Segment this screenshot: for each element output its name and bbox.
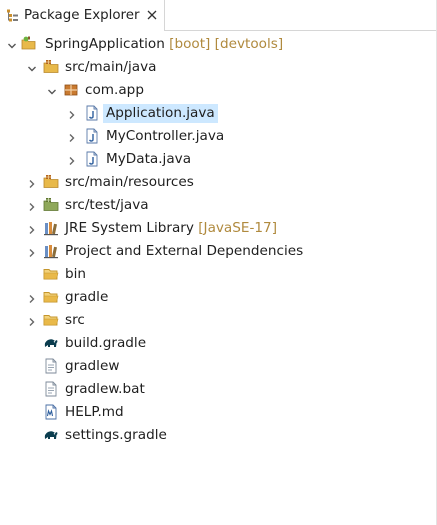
tree-label: gradle	[65, 289, 109, 305]
chevron-right-icon[interactable]	[67, 155, 77, 165]
chevron-right-icon[interactable]	[27, 201, 37, 211]
folder-icon	[43, 312, 59, 328]
text-file-icon	[43, 381, 59, 397]
java-file-icon	[84, 105, 100, 121]
view-tab-bar: Package Explorer	[0, 0, 437, 31]
tree-label: com.app	[85, 82, 144, 98]
gradle-elephant-icon	[43, 427, 59, 443]
tab-package-explorer[interactable]: Package Explorer	[0, 0, 165, 31]
view-title: Package Explorer	[24, 8, 140, 23]
source-folder-icon	[43, 59, 59, 75]
tree-label: src/main/java	[65, 59, 157, 75]
chevron-right-icon[interactable]	[27, 178, 37, 188]
tree-label: MyController.java	[106, 128, 225, 144]
library-icon	[43, 243, 59, 259]
text-file-icon	[43, 358, 59, 374]
chevron-down-icon[interactable]	[27, 63, 37, 73]
tree-label: settings.gradle	[65, 427, 167, 443]
tree-item-folder-gradle[interactable]: gradle	[0, 286, 437, 309]
tree-item-src-main-java[interactable]: src/main/java	[0, 56, 437, 79]
spring-project-icon	[21, 36, 37, 52]
chevron-right-icon[interactable]	[67, 132, 77, 142]
library-icon	[43, 220, 59, 236]
chevron-right-icon[interactable]	[67, 109, 77, 119]
tree-item-file-mycontroller[interactable]: MyController.java	[0, 125, 437, 148]
tree-label: Application.java	[103, 104, 218, 123]
tree-item-dependencies[interactable]: Project and External Dependencies	[0, 240, 437, 263]
jre-decoration: [JavaSE-17]	[198, 220, 277, 236]
folder-icon	[43, 289, 59, 305]
chevron-down-icon[interactable]	[47, 86, 57, 96]
tree-label: src	[65, 312, 85, 328]
markdown-file-icon	[43, 404, 59, 420]
source-folder-icon	[43, 174, 59, 190]
tree-item-file-mydata[interactable]: MyData.java	[0, 148, 437, 171]
tree-label: bin	[65, 266, 87, 282]
package-explorer-icon	[6, 9, 19, 22]
gradle-elephant-icon	[43, 335, 59, 351]
tree-label: JRE System Library	[65, 220, 194, 236]
chevron-down-icon[interactable]	[7, 40, 17, 50]
tree-label: MyData.java	[106, 151, 192, 167]
tree-item-src-main-resources[interactable]: src/main/resources	[0, 171, 437, 194]
tree-item-file-build-gradle[interactable]: build.gradle	[0, 332, 437, 355]
tree-label: src/test/java	[65, 197, 149, 213]
tree-item-package-com-app[interactable]: com.app	[0, 79, 437, 102]
chevron-right-icon[interactable]	[27, 293, 37, 303]
tree-label: build.gradle	[65, 335, 147, 351]
tree-item-file-application[interactable]: Application.java	[0, 102, 437, 125]
tree-item-project[interactable]: SpringApplication [boot] [devtools]	[0, 33, 437, 56]
java-file-icon	[84, 151, 100, 167]
tree-item-file-help-md[interactable]: HELP.md	[0, 401, 437, 424]
chevron-right-icon[interactable]	[27, 316, 37, 326]
java-file-icon	[84, 128, 100, 144]
package-icon	[63, 82, 79, 98]
package-explorer-view: Package Explorer SpringApplication [boot…	[0, 0, 437, 525]
tree-label: src/main/resources	[65, 174, 194, 190]
test-source-folder-icon	[43, 197, 59, 213]
tree-label: Project and External Dependencies	[65, 243, 304, 259]
tree-item-file-gradlew-bat[interactable]: gradlew.bat	[0, 378, 437, 401]
folder-icon	[43, 266, 59, 282]
tree-item-folder-bin[interactable]: bin	[0, 263, 437, 286]
tree-item-file-settings-gradle[interactable]: settings.gradle	[0, 424, 437, 447]
tree-label: gradlew	[65, 358, 120, 374]
project-name: SpringApplication	[45, 36, 165, 52]
tree-label: gradlew.bat	[65, 381, 145, 397]
tree-item-file-gradlew[interactable]: gradlew	[0, 355, 437, 378]
tree-label: HELP.md	[65, 404, 124, 420]
tree-item-folder-src[interactable]: src	[0, 309, 437, 332]
chevron-right-icon[interactable]	[27, 224, 37, 234]
tree-item-src-test-java[interactable]: src/test/java	[0, 194, 437, 217]
chevron-right-icon[interactable]	[27, 247, 37, 257]
project-decoration: [boot] [devtools]	[169, 36, 284, 52]
tree-item-jre-library[interactable]: JRE System Library [JavaSE-17]	[0, 217, 437, 240]
close-icon[interactable]	[146, 9, 158, 21]
